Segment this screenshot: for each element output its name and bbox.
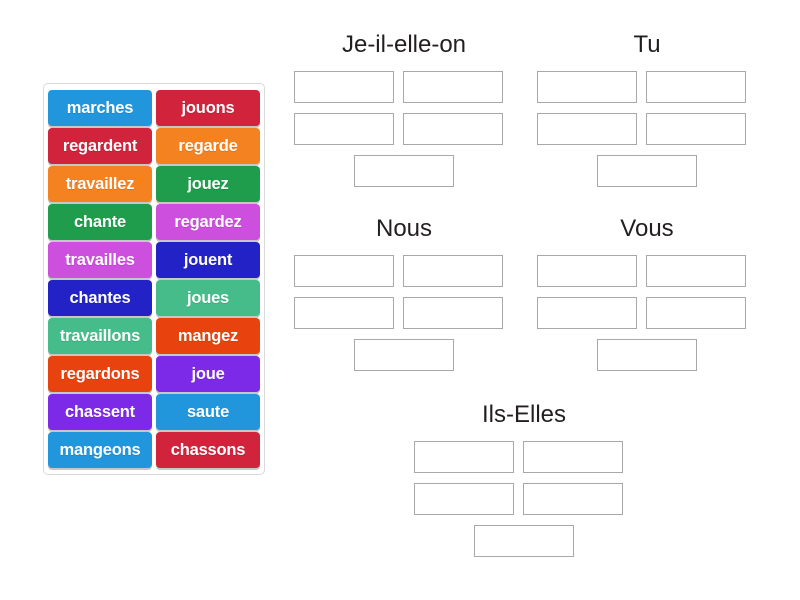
word-bank-row: chassent saute [48, 393, 260, 431]
answer-group-nous: Nous [294, 217, 514, 381]
slot-row [414, 525, 634, 557]
drop-slot[interactable] [414, 441, 514, 473]
drop-slot[interactable] [537, 255, 637, 287]
group-title: Ils-Elles [481, 401, 566, 428]
drop-slot[interactable] [354, 155, 454, 187]
group-title: Nous [375, 215, 433, 242]
slot-row [294, 113, 514, 145]
slot-row [414, 483, 634, 515]
slot-row [414, 441, 634, 473]
word-tile[interactable]: saute [156, 394, 260, 430]
word-tile[interactable]: chante [48, 204, 152, 240]
drop-slot[interactable] [597, 155, 697, 187]
slot-row [537, 339, 757, 371]
drop-slot[interactable] [523, 441, 623, 473]
drop-slot[interactable] [354, 339, 454, 371]
word-tile[interactable]: jouons [156, 90, 260, 126]
drop-slot[interactable] [294, 297, 394, 329]
drop-slot[interactable] [537, 113, 637, 145]
word-tile[interactable]: travaillez [48, 166, 152, 202]
word-bank-row: travailles jouent [48, 241, 260, 279]
drop-slot[interactable] [414, 483, 514, 515]
word-tile[interactable]: mangez [156, 318, 260, 354]
drop-slot[interactable] [403, 71, 503, 103]
drop-slot[interactable] [294, 113, 394, 145]
slot-row [537, 255, 757, 287]
word-tile[interactable]: regardons [48, 356, 152, 392]
answer-group-je: Je-il-elle-on [294, 33, 514, 197]
drop-slot[interactable] [403, 255, 503, 287]
word-tile[interactable]: mangeons [48, 432, 152, 468]
word-bank-row: travaillez jouez [48, 165, 260, 203]
word-tile[interactable]: joue [156, 356, 260, 392]
drop-slot[interactable] [646, 113, 746, 145]
word-tile[interactable]: jouent [156, 242, 260, 278]
word-tile[interactable]: jouez [156, 166, 260, 202]
drop-slot[interactable] [523, 483, 623, 515]
slot-row [537, 113, 757, 145]
group-title: Tu [633, 31, 661, 58]
slot-row [537, 155, 757, 187]
slot-row [294, 297, 514, 329]
drop-slot[interactable] [403, 113, 503, 145]
drop-slot[interactable] [403, 297, 503, 329]
slot-row [537, 71, 757, 103]
drop-slot[interactable] [537, 71, 637, 103]
word-tile[interactable]: chassent [48, 394, 152, 430]
slot-row [294, 71, 514, 103]
group-title: Je-il-elle-on [341, 31, 467, 58]
answer-group-ils-elles: Ils-Elles [414, 403, 634, 567]
word-tile[interactable]: joues [156, 280, 260, 316]
drop-slot[interactable] [646, 255, 746, 287]
drop-slot[interactable] [537, 297, 637, 329]
slot-row [294, 155, 514, 187]
group-title: Vous [620, 215, 674, 242]
word-tile[interactable]: regardez [156, 204, 260, 240]
drop-slot[interactable] [294, 255, 394, 287]
drop-slot[interactable] [474, 525, 574, 557]
word-tile[interactable]: travailles [48, 242, 152, 278]
word-bank-row: chante regardez [48, 203, 260, 241]
slot-row [537, 297, 757, 329]
drop-slot[interactable] [597, 339, 697, 371]
word-tile[interactable]: travaillons [48, 318, 152, 354]
slot-row [294, 339, 514, 371]
word-bank-panel[interactable]: marches jouons regardent regarde travail… [43, 83, 265, 475]
word-bank-row: mangeons chassons [48, 431, 260, 469]
answer-group-tu: Tu [537, 33, 757, 197]
word-tile[interactable]: regardent [48, 128, 152, 164]
word-bank-row: chantes joues [48, 279, 260, 317]
drop-slot[interactable] [294, 71, 394, 103]
drop-slot[interactable] [646, 71, 746, 103]
word-tile[interactable]: marches [48, 90, 152, 126]
word-tile[interactable]: chassons [156, 432, 260, 468]
drop-slot[interactable] [646, 297, 746, 329]
word-bank-row: regardent regarde [48, 127, 260, 165]
word-bank-row: marches jouons [48, 89, 260, 127]
word-tile[interactable]: regarde [156, 128, 260, 164]
slot-row [294, 255, 514, 287]
word-bank-row: travaillons mangez [48, 317, 260, 355]
word-bank-row: regardons joue [48, 355, 260, 393]
word-tile[interactable]: chantes [48, 280, 152, 316]
answer-group-vous: Vous [537, 217, 757, 381]
